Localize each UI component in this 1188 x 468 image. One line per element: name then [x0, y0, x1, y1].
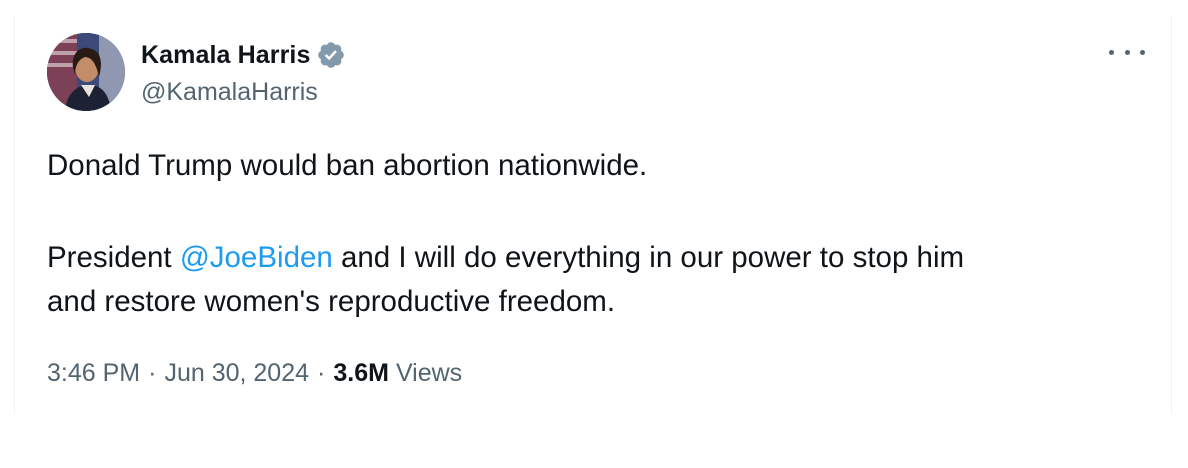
tweet-line: President @JoeBiden and I will do everyt… [47, 236, 1137, 280]
more-dot [1140, 49, 1145, 55]
tweet-date[interactable]: Jun 30, 2024 [164, 359, 309, 388]
tweet-text: Donald Trump would ban abortion nationwi… [47, 144, 1137, 324]
more-options-icon[interactable] [1109, 40, 1145, 64]
views-label[interactable]: Views [396, 359, 462, 388]
tweet-time[interactable]: 3:46 PM [47, 359, 140, 388]
tweet-meta: 3:46 PM · Jun 30, 2024 · 3.6M Views [47, 359, 462, 388]
author-display-name[interactable]: Kamala Harris [141, 41, 310, 70]
author-handle[interactable]: @KamalaHarris [141, 78, 318, 107]
tweet-line: Donald Trump would ban abortion nationwi… [47, 149, 648, 182]
tweet-card[interactable]: Kamala Harris @KamalaHarris Donald Trump… [14, 16, 1172, 414]
tweet-line: and restore women's reproductive freedom… [47, 285, 616, 318]
tweet-text-segment: and I will do everything in our power to… [332, 241, 965, 274]
avatar-image [47, 33, 125, 111]
tweet-text-segment: President [47, 241, 180, 274]
views-count[interactable]: 3.6M [333, 359, 389, 388]
more-dot [1109, 49, 1114, 55]
more-dot [1124, 49, 1130, 55]
meta-separator: · [148, 359, 157, 387]
avatar[interactable] [47, 33, 125, 111]
author-name-row: Kamala Harris [141, 38, 346, 72]
verified-badge-icon[interactable] [316, 40, 346, 70]
mention-link[interactable]: @JoeBiden [180, 241, 333, 274]
meta-separator: · [317, 359, 326, 387]
